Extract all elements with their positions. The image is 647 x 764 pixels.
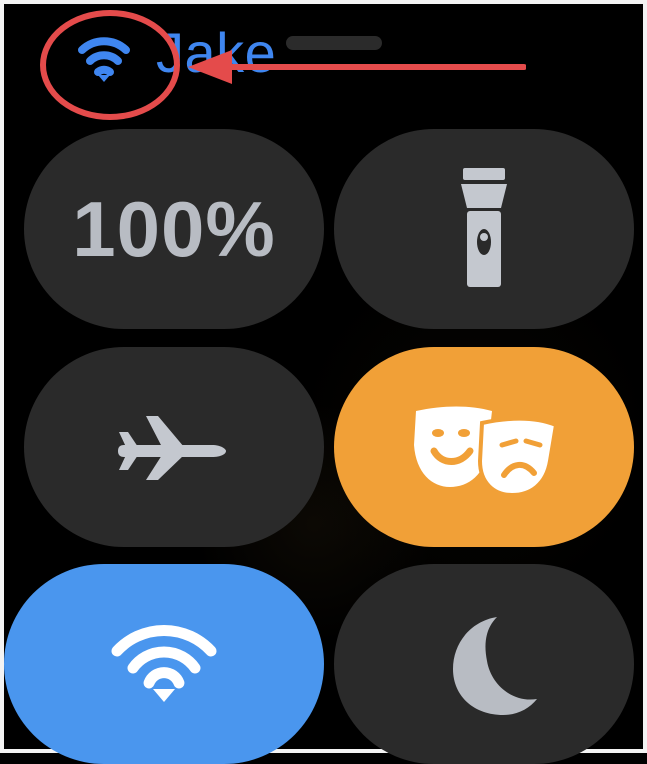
annotation-circle — [40, 10, 180, 120]
airplane-icon — [118, 412, 230, 482]
flashlight-icon — [445, 164, 523, 294]
theater-mask-icon — [404, 387, 564, 507]
theater-mode-tile[interactable] — [334, 347, 634, 547]
control-center-screen: Jake 100% — [0, 0, 647, 764]
flashlight-tile[interactable] — [334, 129, 634, 329]
battery-tile[interactable]: 100% — [24, 129, 324, 329]
wifi-tile[interactable] — [4, 564, 324, 764]
moon-icon — [429, 609, 539, 719]
airplane-mode-tile[interactable] — [24, 347, 324, 547]
battery-percentage: 100% — [72, 184, 276, 273]
annotation-arrow — [186, 42, 526, 92]
wifi-icon — [109, 623, 219, 705]
do-not-disturb-tile[interactable] — [334, 564, 634, 764]
